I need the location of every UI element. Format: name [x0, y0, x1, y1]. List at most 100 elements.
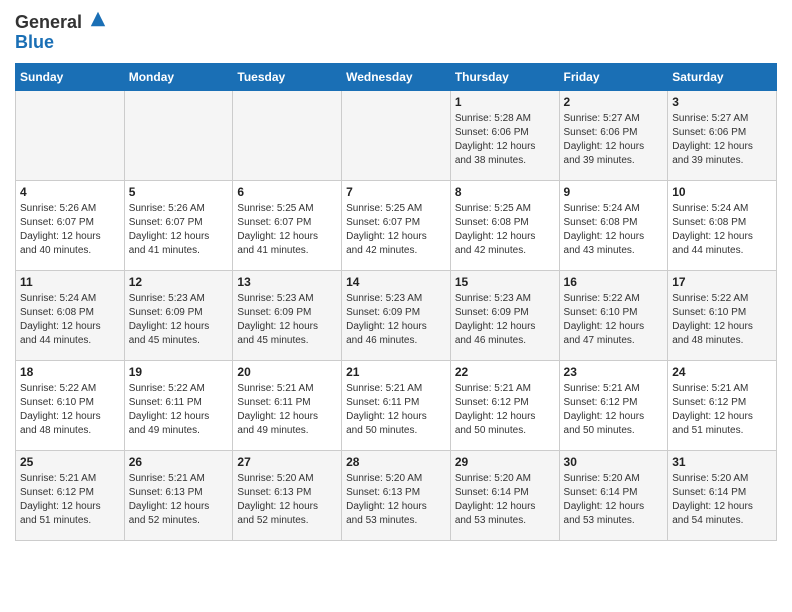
- calendar-cell: 30 Sunrise: 5:20 AM Sunset: 6:14 PM Dayli…: [559, 450, 668, 540]
- day-number: 2: [564, 95, 664, 109]
- day-number: 17: [672, 275, 772, 289]
- calendar-cell: 14 Sunrise: 5:23 AM Sunset: 6:09 PM Dayli…: [342, 270, 451, 360]
- day-number: 24: [672, 365, 772, 379]
- calendar-cell: 18Sunrise: 5:22 AM Sunset: 6:10 PM Dayli…: [16, 360, 125, 450]
- weekday-header-saturday: Saturday: [668, 63, 777, 90]
- calendar-cell: 6Sunrise: 5:25 AM Sunset: 6:07 PM Daylig…: [233, 180, 342, 270]
- day-info: Sunrise: 5:20 AM Sunset: 6:13 PM Dayligh…: [346, 472, 446, 528]
- day-number: 6: [237, 185, 337, 199]
- calendar-cell: 16 Sunrise: 5:22 AM Sunset: 6:10 PM Dayli…: [559, 270, 668, 360]
- calendar-cell: 5 Sunrise: 5:26 AM Sunset: 6:07 PM Daylig…: [124, 180, 233, 270]
- weekday-header-thursday: Thursday: [450, 63, 559, 90]
- day-number: 3: [672, 95, 772, 109]
- day-number: 15: [455, 275, 555, 289]
- calendar-cell: 19 Sunrise: 5:22 AM Sunset: 6:11 PM Dayli…: [124, 360, 233, 450]
- calendar-cell: 3 Sunrise: 5:27 AM Sunset: 6:06 PM Daylig…: [668, 90, 777, 180]
- day-info: Sunrise: 5:23 AM Sunset: 6:09 PM Dayligh…: [346, 292, 446, 348]
- day-info: Sunrise: 5:21 AM Sunset: 6:11 PM Dayligh…: [237, 382, 337, 438]
- calendar-cell: 28 Sunrise: 5:20 AM Sunset: 6:13 PM Dayli…: [342, 450, 451, 540]
- day-info: Sunrise: 5:27 AM Sunset: 6:06 PM Dayligh…: [672, 112, 772, 168]
- day-number: 30: [564, 455, 664, 469]
- day-info: Sunrise: 5:23 AM Sunset: 6:09 PM Dayligh…: [129, 292, 229, 348]
- calendar-cell: [342, 90, 451, 180]
- calendar-cell: [16, 90, 125, 180]
- day-info: Sunrise: 5:28 AM Sunset: 6:06 PM Dayligh…: [455, 112, 555, 168]
- day-info: Sunrise: 5:26 AM Sunset: 6:07 PM Dayligh…: [129, 202, 229, 258]
- calendar-cell: 9Sunrise: 5:24 AM Sunset: 6:08 PM Daylig…: [559, 180, 668, 270]
- calendar-cell: 21Sunrise: 5:21 AM Sunset: 6:11 PM Dayli…: [342, 360, 451, 450]
- logo: General Blue: [15, 10, 107, 53]
- day-info: Sunrise: 5:20 AM Sunset: 6:14 PM Dayligh…: [564, 472, 664, 528]
- calendar-cell: 20 Sunrise: 5:21 AM Sunset: 6:11 PM Dayli…: [233, 360, 342, 450]
- weekday-header-friday: Friday: [559, 63, 668, 90]
- day-info: Sunrise: 5:26 AM Sunset: 6:07 PM Dayligh…: [20, 202, 120, 258]
- calendar-cell: 1 Sunrise: 5:28 AM Sunset: 6:06 PM Daylig…: [450, 90, 559, 180]
- day-number: 31: [672, 455, 772, 469]
- calendar-table: SundayMondayTuesdayWednesdayThursdayFrid…: [15, 63, 777, 541]
- day-info: Sunrise: 5:22 AM Sunset: 6:10 PM Dayligh…: [564, 292, 664, 348]
- header: General Blue: [15, 10, 777, 53]
- calendar-cell: 12 Sunrise: 5:23 AM Sunset: 6:09 PM Dayli…: [124, 270, 233, 360]
- calendar-cell: 10 Sunrise: 5:24 AM Sunset: 6:08 PM Dayli…: [668, 180, 777, 270]
- day-number: 11: [20, 275, 120, 289]
- calendar-cell: 13Sunrise: 5:23 AM Sunset: 6:09 PM Dayli…: [233, 270, 342, 360]
- weekday-header-sunday: Sunday: [16, 63, 125, 90]
- logo-blue: Blue: [15, 32, 54, 52]
- day-number: 9: [564, 185, 664, 199]
- day-number: 19: [129, 365, 229, 379]
- weekday-header-tuesday: Tuesday: [233, 63, 342, 90]
- day-info: Sunrise: 5:21 AM Sunset: 6:11 PM Dayligh…: [346, 382, 446, 438]
- day-info: Sunrise: 5:21 AM Sunset: 6:12 PM Dayligh…: [20, 472, 120, 528]
- day-number: 10: [672, 185, 772, 199]
- calendar-cell: 4 Sunrise: 5:26 AM Sunset: 6:07 PM Daylig…: [16, 180, 125, 270]
- day-number: 29: [455, 455, 555, 469]
- week-row-5: 25 Sunrise: 5:21 AM Sunset: 6:12 PM Dayli…: [16, 450, 777, 540]
- day-info: Sunrise: 5:20 AM Sunset: 6:14 PM Dayligh…: [672, 472, 772, 528]
- day-number: 14: [346, 275, 446, 289]
- day-info: Sunrise: 5:21 AM Sunset: 6:12 PM Dayligh…: [672, 382, 772, 438]
- calendar-cell: 26 Sunrise: 5:21 AM Sunset: 6:13 PM Dayli…: [124, 450, 233, 540]
- day-info: Sunrise: 5:25 AM Sunset: 6:07 PM Dayligh…: [346, 202, 446, 258]
- day-number: 20: [237, 365, 337, 379]
- calendar-cell: 27 Sunrise: 5:20 AM Sunset: 6:13 PM Dayli…: [233, 450, 342, 540]
- calendar-container: General Blue SundayMondayTuesdayWednesda…: [0, 0, 792, 551]
- day-number: 26: [129, 455, 229, 469]
- day-info: Sunrise: 5:23 AM Sunset: 6:09 PM Dayligh…: [455, 292, 555, 348]
- logo-general: General: [15, 12, 82, 32]
- day-number: 22: [455, 365, 555, 379]
- day-info: Sunrise: 5:20 AM Sunset: 6:13 PM Dayligh…: [237, 472, 337, 528]
- day-info: Sunrise: 5:20 AM Sunset: 6:14 PM Dayligh…: [455, 472, 555, 528]
- day-info: Sunrise: 5:21 AM Sunset: 6:13 PM Dayligh…: [129, 472, 229, 528]
- week-row-2: 4 Sunrise: 5:26 AM Sunset: 6:07 PM Daylig…: [16, 180, 777, 270]
- calendar-cell: [124, 90, 233, 180]
- day-number: 1: [455, 95, 555, 109]
- week-row-1: 1 Sunrise: 5:28 AM Sunset: 6:06 PM Daylig…: [16, 90, 777, 180]
- day-info: Sunrise: 5:24 AM Sunset: 6:08 PM Dayligh…: [672, 202, 772, 258]
- calendar-cell: 17 Sunrise: 5:22 AM Sunset: 6:10 PM Dayli…: [668, 270, 777, 360]
- day-number: 12: [129, 275, 229, 289]
- calendar-cell: 11 Sunrise: 5:24 AM Sunset: 6:08 PM Dayli…: [16, 270, 125, 360]
- day-info: Sunrise: 5:27 AM Sunset: 6:06 PM Dayligh…: [564, 112, 664, 168]
- day-info: Sunrise: 5:24 AM Sunset: 6:08 PM Dayligh…: [20, 292, 120, 348]
- day-number: 16: [564, 275, 664, 289]
- calendar-cell: [233, 90, 342, 180]
- day-number: 5: [129, 185, 229, 199]
- day-number: 25: [20, 455, 120, 469]
- weekday-header-monday: Monday: [124, 63, 233, 90]
- day-number: 4: [20, 185, 120, 199]
- day-info: Sunrise: 5:21 AM Sunset: 6:12 PM Dayligh…: [564, 382, 664, 438]
- calendar-cell: 15 Sunrise: 5:23 AM Sunset: 6:09 PM Dayli…: [450, 270, 559, 360]
- day-number: 8: [455, 185, 555, 199]
- calendar-cell: 25 Sunrise: 5:21 AM Sunset: 6:12 PM Dayli…: [16, 450, 125, 540]
- calendar-cell: 24 Sunrise: 5:21 AM Sunset: 6:12 PM Dayli…: [668, 360, 777, 450]
- day-info: Sunrise: 5:22 AM Sunset: 6:10 PM Dayligh…: [672, 292, 772, 348]
- day-number: 28: [346, 455, 446, 469]
- day-number: 27: [237, 455, 337, 469]
- day-info: Sunrise: 5:25 AM Sunset: 6:08 PM Dayligh…: [455, 202, 555, 258]
- day-info: Sunrise: 5:23 AM Sunset: 6:09 PM Dayligh…: [237, 292, 337, 348]
- day-info: Sunrise: 5:22 AM Sunset: 6:11 PM Dayligh…: [129, 382, 229, 438]
- calendar-cell: 7Sunrise: 5:25 AM Sunset: 6:07 PM Daylig…: [342, 180, 451, 270]
- day-info: Sunrise: 5:21 AM Sunset: 6:12 PM Dayligh…: [455, 382, 555, 438]
- calendar-cell: 31 Sunrise: 5:20 AM Sunset: 6:14 PM Dayli…: [668, 450, 777, 540]
- logo-icon: [89, 10, 107, 28]
